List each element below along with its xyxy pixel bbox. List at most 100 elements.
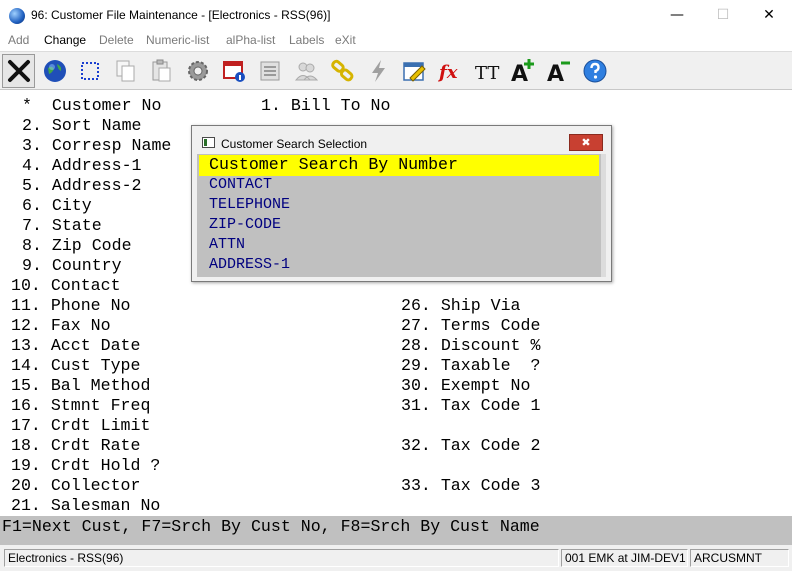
field-label: 6. City — [22, 196, 92, 215]
font-decrease-button[interactable]: A — [541, 54, 574, 88]
globe-button[interactable] — [38, 54, 71, 88]
field-label: 7. State — [22, 216, 102, 235]
menu-add[interactable]: Add — [8, 33, 29, 47]
paste-icon — [152, 59, 170, 82]
toolbar: fx TT A A — [0, 51, 792, 90]
function-key-hints: F1=Next Cust, F7=Srch By Cust No, F8=Src… — [2, 517, 540, 536]
dialog-title: Customer Search Selection — [221, 137, 368, 151]
select-icon — [80, 62, 99, 80]
settings-button[interactable] — [181, 54, 214, 88]
select-button[interactable] — [73, 54, 106, 88]
field-label: 9. Country — [22, 256, 122, 275]
copy-icon — [116, 60, 134, 82]
lightning-button[interactable] — [361, 54, 394, 88]
dialog-close-button[interactable]: ✖ — [569, 134, 603, 151]
window-title: 96: Customer File Maintenance - [Electro… — [31, 8, 331, 22]
function-button[interactable]: fx — [433, 54, 466, 88]
function-icon: fx — [437, 62, 458, 83]
calendar-edit-button[interactable] — [397, 54, 430, 88]
field-label: 15. Bal Method — [11, 376, 151, 395]
field-label: 33. Tax Code 3 — [401, 476, 541, 495]
field-label: 14. Cust Type — [11, 356, 141, 375]
font-increase-button[interactable]: A — [505, 54, 538, 88]
field-label: 18. Crdt Rate — [11, 436, 141, 455]
function-key-bar: F1=Next Cust, F7=Srch By Cust No, F8=Src… — [0, 516, 792, 545]
field-label: 12. Fax No — [11, 316, 111, 335]
users-icon — [294, 62, 318, 81]
calendar-edit-icon — [402, 62, 426, 82]
copy-button[interactable] — [108, 54, 141, 88]
menu-change[interactable]: Change — [44, 33, 86, 47]
field-label: * Customer No — [22, 96, 162, 115]
svg-text:fx: fx — [437, 62, 458, 83]
minimize-button[interactable]: — — [654, 0, 700, 30]
app-globe-icon — [9, 8, 25, 24]
help-icon — [583, 59, 606, 83]
field-label: 3. Corresp Name — [22, 136, 172, 155]
svg-text:A: A — [547, 62, 564, 85]
status-session: 001 EMK at JIM-DEV1 — [561, 549, 688, 567]
title-bar: 96: Customer File Maintenance - [Electro… — [0, 0, 792, 32]
menu-exit[interactable]: eXit — [335, 33, 356, 47]
status-company: Electronics - RSS(96) — [4, 549, 559, 567]
field-label: 30. Exempt No — [401, 376, 531, 395]
option-customer-search-by-number[interactable]: Customer Search By Number — [209, 155, 458, 175]
menu-alpha-list[interactable]: alPha-list — [226, 33, 275, 47]
menu-delete[interactable]: Delete — [99, 33, 134, 47]
field-label: 2. Sort Name — [22, 116, 142, 135]
field-label: 19. Crdt Hold ? — [11, 456, 161, 475]
exit-button[interactable] — [2, 54, 35, 88]
option-contact[interactable]: CONTACT — [209, 175, 272, 195]
option-address-1[interactable]: ADDRESS-1 — [209, 255, 290, 275]
field-label: 28. Discount % — [401, 336, 541, 355]
menu-numeric-list[interactable]: Numeric-list — [146, 33, 209, 47]
form-info-button[interactable] — [217, 54, 250, 88]
paste-button[interactable] — [144, 54, 177, 88]
field-label: 31. Tax Code 1 — [401, 396, 541, 415]
close-button[interactable]: ✕ — [746, 0, 792, 30]
form-info-icon — [222, 61, 245, 82]
field-label: 20. Collector — [11, 476, 141, 495]
dialog-window-icon — [202, 137, 215, 148]
list-icon — [260, 61, 279, 81]
font-increase-icon: A — [511, 59, 534, 85]
option-zip-code[interactable]: ZIP-CODE — [209, 215, 281, 235]
field-label: 8. Zip Code — [22, 236, 132, 255]
field-label: 5. Address-2 — [22, 176, 142, 195]
field-label: 11. Phone No — [11, 296, 131, 315]
status-program: ARCUSMNT — [690, 549, 789, 567]
svg-text:TT: TT — [475, 63, 499, 84]
field-bill-to-no: 1. Bill To No — [261, 96, 391, 115]
list-button[interactable] — [253, 54, 286, 88]
lightning-icon — [371, 60, 385, 82]
globe-icon — [43, 60, 66, 82]
customer-search-dialog: Customer Search Selection ✖ Customer Sea… — [191, 125, 612, 282]
exit-icon — [7, 60, 30, 82]
field-label: 32. Tax Code 2 — [401, 436, 541, 455]
field-label: 13. Acct Date — [11, 336, 141, 355]
field-label: 21. Salesman No — [11, 496, 161, 515]
help-button[interactable] — [578, 54, 611, 88]
field-label: 17. Crdt Limit — [11, 416, 151, 435]
field-label: 27. Terms Code — [401, 316, 541, 335]
link-icon — [330, 59, 353, 82]
option-telephone[interactable]: TELEPHONE — [209, 195, 290, 215]
field-label: 4. Address-1 — [22, 156, 142, 175]
option-attn[interactable]: ATTN — [209, 235, 245, 255]
field-label: 29. Taxable ? — [401, 356, 541, 375]
users-button[interactable] — [289, 54, 322, 88]
font-size-icon: TT — [475, 63, 499, 84]
link-button[interactable] — [325, 54, 358, 88]
font-decrease-icon: A — [547, 61, 570, 85]
maximize-button[interactable]: ☐ — [700, 0, 746, 30]
menu-bar: Add Change Delete Numeric-list alPha-lis… — [0, 32, 792, 50]
field-label: 10. Contact — [11, 276, 121, 295]
list-scrollbar[interactable] — [601, 154, 606, 277]
font-size-button[interactable]: TT — [469, 54, 502, 88]
field-label: 26. Ship Via — [401, 296, 521, 315]
menu-labels[interactable]: Labels — [289, 33, 324, 47]
field-label: 16. Stmnt Freq — [11, 396, 151, 415]
status-bar: Electronics - RSS(96) 001 EMK at JIM-DEV… — [0, 545, 792, 571]
settings-icon — [187, 61, 208, 81]
search-option-list: Customer Search By Number CONTACT TELEPH… — [197, 154, 606, 277]
